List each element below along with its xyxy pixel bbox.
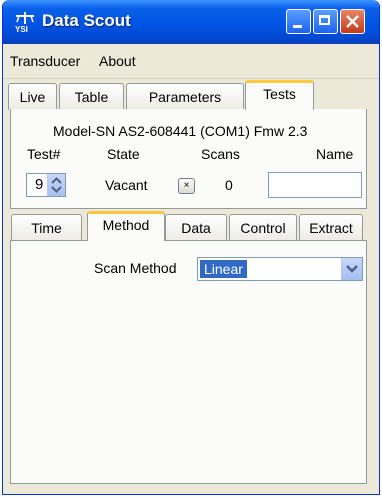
test-number-spinner[interactable]: 9 <box>26 173 66 197</box>
tab-time-label: Time <box>31 220 62 236</box>
tab-parameters[interactable]: Parameters <box>126 83 244 110</box>
tab-data[interactable]: Data <box>165 214 227 241</box>
svg-text:YSI: YSI <box>15 25 28 33</box>
tab-table-label: Table <box>74 89 109 105</box>
tab-data-label: Data <box>181 220 211 236</box>
scans-value: 0 <box>225 177 233 193</box>
tab-tests[interactable]: Tests <box>245 80 314 110</box>
tab-extract-label: Extract <box>309 220 353 236</box>
menu-about[interactable]: About <box>99 53 136 69</box>
main-window: YSI Data Scout Transducer About Live Tab… <box>2 0 380 495</box>
minimize-button[interactable] <box>286 9 311 34</box>
tab-control[interactable]: Control <box>229 214 297 241</box>
tab-table[interactable]: Table <box>59 83 124 110</box>
spinner-buttons[interactable] <box>47 174 65 196</box>
header-test-number: Test# <box>27 146 61 162</box>
tab-method[interactable]: Method <box>87 211 165 241</box>
maximize-button[interactable] <box>313 9 338 34</box>
scan-method-select[interactable]: Linear <box>197 257 363 281</box>
scan-method-label: Scan Method <box>94 260 177 276</box>
title-bar[interactable]: YSI Data Scout <box>3 0 379 44</box>
tab-time[interactable]: Time <box>11 214 82 241</box>
header-scans: Scans <box>201 146 240 162</box>
dropdown-button[interactable] <box>341 258 362 280</box>
close-icon <box>346 15 359 28</box>
test-name-input[interactable] <box>268 172 362 198</box>
header-name: Name <box>316 146 354 162</box>
menu-transducer[interactable]: Transducer <box>10 53 80 69</box>
device-info: Model-SN AS2-608441 (COM1) Fmw 2.3 <box>53 123 308 139</box>
tab-parameters-label: Parameters <box>148 89 222 105</box>
tab-method-label: Method <box>102 217 150 233</box>
test-number-value: 9 <box>35 176 44 193</box>
header-state: State <box>107 146 140 162</box>
close-button[interactable] <box>340 9 365 34</box>
scan-method-value: Linear <box>200 260 247 278</box>
ysi-logo-icon: YSI <box>15 12 34 33</box>
chevron-down-icon <box>346 265 358 273</box>
state-value: Vacant <box>105 177 148 193</box>
tab-live-label: Live <box>19 89 46 105</box>
tab-extract[interactable]: Extract <box>299 214 363 241</box>
tab-control-label: Control <box>240 220 286 236</box>
menu-bar: Transducer About <box>3 44 379 79</box>
spin-arrows-icon <box>51 177 62 193</box>
tab-tests-label: Tests <box>263 86 296 102</box>
window-title: Data Scout <box>42 11 131 30</box>
state-button[interactable]: × <box>178 178 195 194</box>
tab-live[interactable]: Live <box>8 83 57 110</box>
